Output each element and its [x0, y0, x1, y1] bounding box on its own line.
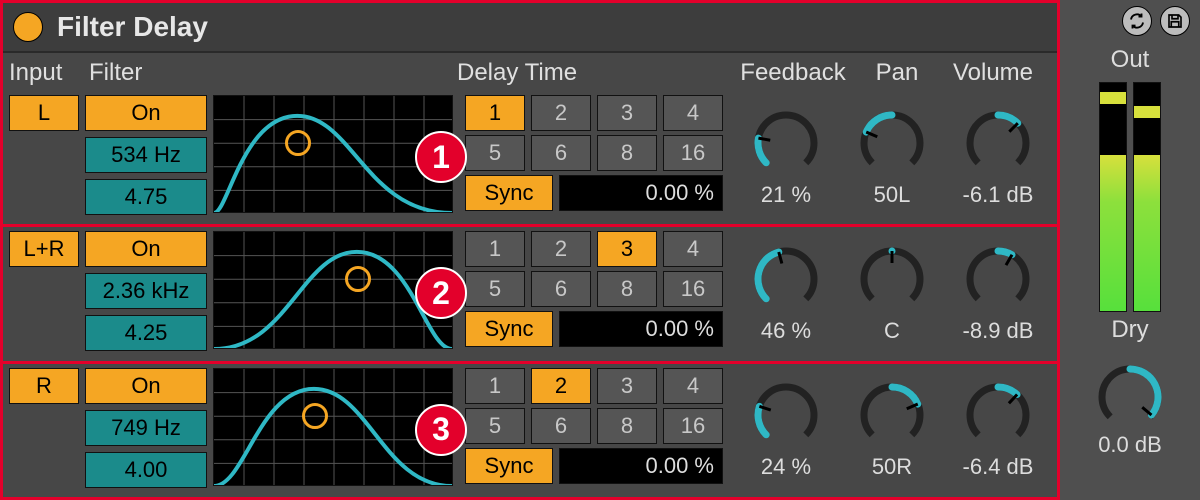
beat-division-button[interactable]: 4	[663, 95, 723, 131]
header-volume: Volume	[941, 59, 1045, 89]
time-offset-value[interactable]: 0.00 %	[559, 448, 723, 484]
volume-knob[interactable]	[963, 380, 1033, 450]
volume-knob[interactable]	[963, 108, 1033, 178]
output-meters	[1099, 82, 1161, 312]
beat-division-button[interactable]: 6	[531, 408, 591, 444]
beat-division-button[interactable]: 6	[531, 135, 591, 171]
header-delay: Delay Time	[457, 59, 733, 89]
beat-division-button[interactable]: 6	[531, 271, 591, 307]
delay-line-3: ROn 749 Hz 4.00 31234 56816 Sync 0.00 % …	[3, 361, 1057, 497]
title-bar: Filter Delay	[3, 3, 1057, 53]
main-panel: Filter Delay Input Filter Delay Time Fee…	[0, 0, 1060, 500]
annotation-badge: 1	[415, 131, 467, 183]
beat-division-button[interactable]: 8	[597, 135, 657, 171]
annotation-badge: 3	[415, 404, 467, 456]
pan-value: 50R	[872, 454, 912, 480]
sync-toggle[interactable]: Sync	[465, 311, 553, 347]
beat-division-button[interactable]: 5	[465, 135, 525, 171]
output-panel: Out Dry 0.0 dB	[1060, 0, 1200, 500]
delay-lines: LOn 534 Hz 4.75 11234 56816 Sync 0.00 % …	[3, 91, 1057, 497]
filter-q-value[interactable]: 4.25	[85, 315, 207, 351]
side-toolbar	[1060, 6, 1200, 42]
volume-value: -8.9 dB	[963, 318, 1034, 344]
pan-knob[interactable]	[857, 108, 927, 178]
output-meter-right	[1133, 82, 1161, 312]
dry-value: 0.0 dB	[1098, 432, 1162, 458]
save-preset-icon[interactable]	[1160, 6, 1190, 36]
feedback-knob[interactable]	[751, 244, 821, 314]
beat-division-button[interactable]: 5	[465, 271, 525, 307]
beat-division-button[interactable]: 3	[597, 368, 657, 404]
time-offset-value[interactable]: 0.00 %	[559, 311, 723, 347]
beat-division-button[interactable]: 8	[597, 408, 657, 444]
annotation-badge: 2	[415, 267, 467, 319]
filter-freq-value[interactable]: 2.36 kHz	[85, 273, 207, 309]
input-select-button[interactable]: L+R	[9, 231, 79, 267]
beat-division-button[interactable]: 5	[465, 408, 525, 444]
time-offset-value[interactable]: 0.00 %	[559, 175, 723, 211]
input-select-button[interactable]: L	[9, 95, 79, 131]
column-headers: Input Filter Delay Time Feedback Pan Vol…	[3, 53, 1057, 91]
input-select-button[interactable]: R	[9, 368, 79, 404]
filter-freq-value[interactable]: 749 Hz	[85, 410, 207, 446]
header-filter: Filter	[85, 59, 457, 89]
feedback-value: 24 %	[761, 454, 811, 480]
output-label: Out	[1111, 46, 1150, 74]
filter-on-toggle[interactable]: On	[85, 95, 207, 131]
pan-value: 50L	[874, 182, 911, 208]
beat-division-button[interactable]: 1	[465, 95, 525, 131]
header-input: Input	[9, 59, 85, 89]
header-pan: Pan	[853, 59, 941, 89]
volume-value: -6.1 dB	[963, 182, 1034, 208]
volume-value: -6.4 dB	[963, 454, 1034, 480]
filter-on-toggle[interactable]: On	[85, 368, 207, 404]
pan-knob[interactable]	[857, 380, 927, 450]
beat-division-button[interactable]: 3	[597, 231, 657, 267]
device-title: Filter Delay	[57, 11, 208, 43]
sync-toggle[interactable]: Sync	[465, 175, 553, 211]
beat-division-button[interactable]: 2	[531, 231, 591, 267]
filter-freq-value[interactable]: 534 Hz	[85, 137, 207, 173]
beat-division-button[interactable]: 1	[465, 231, 525, 267]
beat-division-button[interactable]: 16	[663, 271, 723, 307]
beat-division-button[interactable]: 1	[465, 368, 525, 404]
pan-value: C	[884, 318, 900, 344]
beat-division-button[interactable]: 8	[597, 271, 657, 307]
feedback-knob[interactable]	[751, 108, 821, 178]
delay-line-1: LOn 534 Hz 4.75 11234 56816 Sync 0.00 % …	[3, 91, 1057, 224]
feedback-value: 21 %	[761, 182, 811, 208]
dry-knob[interactable]	[1095, 362, 1165, 432]
beat-division-button[interactable]: 4	[663, 368, 723, 404]
beat-division-button[interactable]: 16	[663, 135, 723, 171]
output-meter-left	[1099, 82, 1127, 312]
beat-division-button[interactable]: 16	[663, 408, 723, 444]
volume-knob[interactable]	[963, 244, 1033, 314]
header-feedback: Feedback	[733, 59, 853, 89]
beat-division-button[interactable]: 3	[597, 95, 657, 131]
beat-division-button[interactable]: 4	[663, 231, 723, 267]
sync-toggle[interactable]: Sync	[465, 448, 553, 484]
filter-q-value[interactable]: 4.75	[85, 179, 207, 215]
filter-q-value[interactable]: 4.00	[85, 452, 207, 488]
filter-delay-device: Filter Delay Input Filter Delay Time Fee…	[0, 0, 1200, 500]
device-power-toggle[interactable]	[13, 12, 43, 42]
beat-division-button[interactable]: 2	[531, 368, 591, 404]
feedback-value: 46 %	[761, 318, 811, 344]
delay-line-2: L+ROn 2.36 kHz 4.25 21234 56816 Sync 0.0…	[3, 224, 1057, 360]
pan-knob[interactable]	[857, 244, 927, 314]
dry-label: Dry	[1111, 316, 1148, 344]
filter-on-toggle[interactable]: On	[85, 231, 207, 267]
hot-swap-icon[interactable]	[1122, 6, 1152, 36]
feedback-knob[interactable]	[751, 380, 821, 450]
beat-division-button[interactable]: 2	[531, 95, 591, 131]
